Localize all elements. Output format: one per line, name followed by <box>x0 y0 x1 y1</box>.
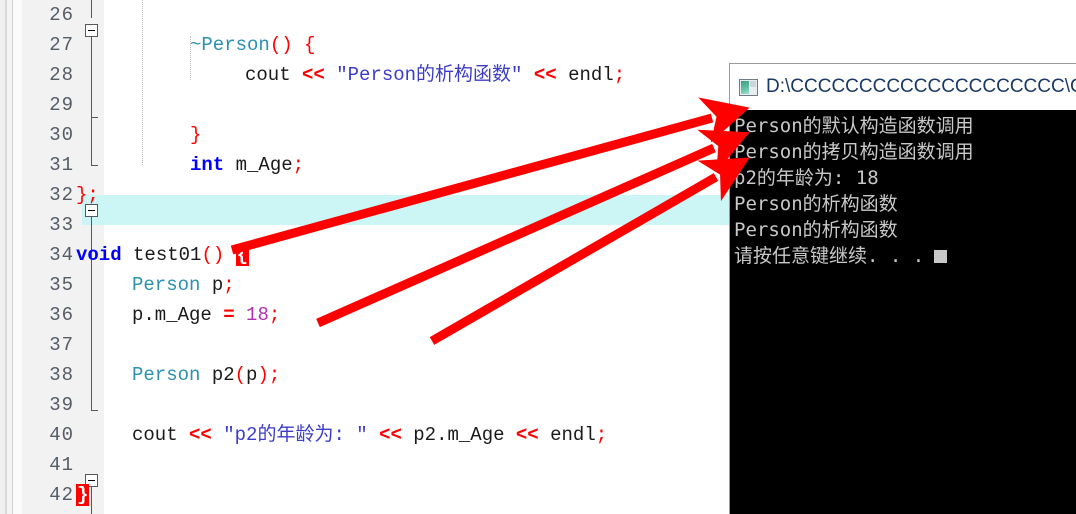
code-text[interactable]: void test01() { <box>76 240 250 270</box>
token-variable-p: p <box>211 274 224 296</box>
code-line[interactable]: 27 ~Person() { <box>0 30 1076 60</box>
line-number: 36 <box>49 304 74 326</box>
token-variable-p2: p2 <box>211 364 235 386</box>
token-string-literal: "Person的析构函数" <box>336 64 523 86</box>
token-type-person: Person <box>132 274 201 296</box>
token-matched-open-brace: { <box>235 244 250 266</box>
code-text[interactable]: Person p2(p); <box>132 360 280 390</box>
token-stream-operator: << <box>533 64 557 86</box>
line-number: 40 <box>49 424 74 446</box>
token-matched-close-brace: } <box>76 484 90 506</box>
code-text[interactable]: cout << "p2的年龄为: " << p2.m_Age << endl; <box>132 420 607 450</box>
code-text[interactable]: p.m_Age = 18; <box>132 300 280 330</box>
token-endl: endl <box>568 64 614 86</box>
token-class-close-brace: }; <box>76 184 99 206</box>
token-argument-p: p <box>246 364 258 386</box>
token-destructor-name: ~Person <box>190 34 270 56</box>
token-rparen: ) <box>257 364 269 386</box>
token-semicolon: ; <box>268 304 281 326</box>
line-number: 28 <box>49 64 74 86</box>
token-lparen: ( <box>234 364 247 386</box>
token-stream-operator: << <box>302 64 325 86</box>
line-number: 42 <box>49 484 74 506</box>
line-number: 32 <box>49 184 74 206</box>
token-stream-operator: << <box>515 424 539 446</box>
console-cursor <box>934 250 948 263</box>
program-output-console-window[interactable]: D:\CCCCCCCCCCCCCCCCCCCC\CRFT Person的默认构造… <box>729 63 1076 514</box>
console-output-line: Person的析构函数 <box>734 219 898 241</box>
token-parens: () <box>269 34 293 56</box>
code-text[interactable]: Person p; <box>132 270 235 300</box>
line-number: 38 <box>49 364 74 386</box>
code-text[interactable]: } <box>76 480 90 510</box>
token-semicolon: ; <box>595 424 608 446</box>
code-text[interactable]: ~Person() { <box>190 30 315 60</box>
token-cout: cout <box>245 64 291 86</box>
token-stream-operator: << <box>189 424 212 446</box>
token-keyword-void: void <box>76 244 122 266</box>
token-semicolon: ; <box>613 64 626 86</box>
console-prompt-line: 请按任意键继续. . . <box>732 243 1076 269</box>
console-output-line: Person的拷贝构造函数调用 <box>734 141 974 163</box>
token-function-name: test01 <box>133 244 202 266</box>
token-cout: cout <box>132 424 178 446</box>
token-semicolon: ; <box>268 364 281 386</box>
console-output-line: Person的析构函数 <box>734 193 898 215</box>
line-number: 34 <box>49 244 74 266</box>
line-number: 33 <box>49 214 74 236</box>
token-endl: endl <box>550 424 596 446</box>
token-string-literal: "p2的年龄为: " <box>223 424 368 446</box>
console-prompt-text: 请按任意键继续. . . <box>734 245 925 267</box>
code-text[interactable]: cout << "Person的析构函数" << endl; <box>245 60 625 90</box>
token-keyword-int: int <box>190 154 225 176</box>
line-number: 35 <box>49 274 74 296</box>
console-output-line: Person的默认构造函数调用 <box>734 115 974 137</box>
console-output-line: p2的年龄为: 18 <box>734 167 879 189</box>
line-number: 37 <box>49 334 74 356</box>
line-number: 26 <box>49 4 74 26</box>
line-number: 43 <box>22 510 74 514</box>
code-text[interactable]: } <box>190 120 201 150</box>
token-stream-operator: << <box>379 424 402 446</box>
token-number-literal: 18 <box>246 304 269 326</box>
token-assign: = <box>223 304 235 326</box>
token-member-name: m_Age <box>235 154 293 176</box>
line-number: 27 <box>49 34 74 56</box>
line-number: 41 <box>49 454 74 476</box>
console-window-icon <box>739 78 758 96</box>
token-close-brace: } <box>190 124 202 146</box>
token-type-person: Person <box>132 364 201 386</box>
token-member-access: p2.m_Age <box>413 424 505 446</box>
code-line[interactable]: 26 <box>0 0 1076 30</box>
token-semicolon: ; <box>292 154 305 176</box>
token-open-brace: { <box>304 34 316 56</box>
code-text[interactable]: }; <box>76 180 99 210</box>
token-semicolon: ; <box>223 274 235 296</box>
line-number: 31 <box>49 154 74 176</box>
line-number: 29 <box>49 94 74 116</box>
console-title-bar[interactable]: D:\CCCCCCCCCCCCCCCCCCCC\CRFT <box>730 64 1076 110</box>
line-number: 39 <box>49 394 74 416</box>
line-number: 30 <box>49 124 74 146</box>
console-output-area[interactable]: Person的默认构造函数调用 Person的拷贝构造函数调用 p2的年龄为: … <box>730 110 1076 514</box>
code-text[interactable]: int m_Age; <box>190 150 304 180</box>
token-member-access: p.m_Age <box>132 304 212 326</box>
token-parens: () <box>201 244 225 266</box>
console-title: D:\CCCCCCCCCCCCCCCCCCCC\CRFT <box>766 76 1076 97</box>
